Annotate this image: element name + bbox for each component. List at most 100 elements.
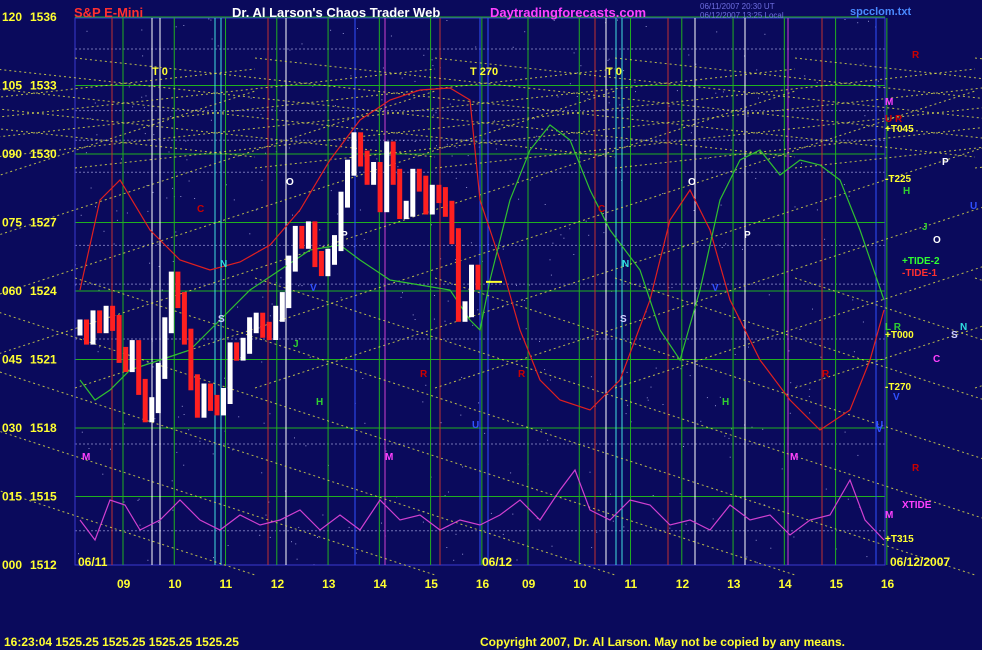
star-dot — [86, 30, 88, 32]
price-bar — [253, 312, 259, 334]
star-dot — [848, 195, 850, 197]
star-dot — [249, 233, 251, 235]
star-dot — [432, 65, 434, 67]
star-dot — [138, 498, 140, 500]
star-dot — [181, 405, 183, 407]
star-dot — [816, 82, 818, 84]
star-dot — [560, 234, 562, 236]
price-bar — [116, 315, 122, 363]
star-dot — [512, 46, 514, 48]
price-bar — [384, 141, 390, 213]
price-bar — [77, 319, 83, 336]
star-dot — [141, 29, 143, 31]
star-dot — [553, 19, 555, 21]
price-bar — [149, 397, 155, 423]
planet-mark: M — [385, 452, 393, 463]
right-label: M — [885, 510, 893, 521]
star-dot — [121, 158, 122, 160]
star-dot — [679, 493, 681, 495]
star-dot — [208, 18, 210, 20]
price-bar — [208, 383, 213, 411]
star-dot — [809, 412, 811, 414]
price-bar — [247, 317, 253, 354]
star-dot — [690, 132, 692, 134]
x-hour-label: 10 — [168, 577, 182, 591]
y-label-left: 045 — [2, 353, 22, 367]
star-dot — [484, 432, 486, 434]
star-dot — [725, 243, 727, 245]
star-dot — [269, 413, 271, 415]
star-dot — [250, 97, 252, 99]
star-dot — [719, 396, 721, 398]
star-dot — [551, 545, 553, 547]
price-bar — [442, 187, 448, 217]
star-dot — [494, 120, 496, 122]
star-dot — [756, 562, 758, 564]
price-bar — [397, 168, 403, 219]
star-dot — [319, 229, 321, 231]
star-dot — [238, 416, 240, 418]
planet-mark: S — [218, 314, 225, 325]
star-dot — [490, 512, 492, 514]
star-dot — [631, 114, 633, 116]
star-dot — [857, 22, 859, 24]
star-dot — [608, 102, 610, 104]
star-dot — [461, 376, 463, 378]
star-dot — [529, 179, 531, 181]
right-label: +T000 — [885, 330, 914, 341]
star-dot — [524, 31, 526, 33]
star-dot — [94, 102, 96, 104]
price-bar — [449, 200, 455, 245]
x-hour-label: 16 — [476, 577, 490, 591]
star-dot — [627, 404, 629, 406]
star-dot — [466, 187, 468, 188]
star-dot — [652, 495, 654, 496]
star-dot — [126, 212, 128, 214]
price-bar — [286, 255, 292, 309]
star-dot — [758, 97, 759, 99]
x-hour-label: 15 — [425, 577, 439, 591]
star-dot — [550, 274, 552, 276]
star-dot — [376, 158, 378, 160]
star-dot — [166, 197, 168, 199]
star-dot — [449, 103, 451, 105]
star-dot — [144, 133, 146, 135]
price-bar — [429, 184, 435, 215]
y-label-right: 1533 — [30, 79, 57, 93]
star-dot — [608, 58, 610, 60]
star-dot — [355, 552, 357, 554]
price-bar — [97, 310, 103, 334]
date-label-end: 06/12/2007 — [890, 555, 950, 569]
star-dot — [298, 526, 300, 528]
star-dot — [612, 520, 614, 522]
x-hour-label: 09 — [117, 577, 131, 591]
star-dot — [397, 166, 399, 168]
star-dot — [172, 509, 174, 511]
star-dot — [237, 306, 239, 308]
star-dot — [748, 346, 749, 348]
star-dot — [412, 314, 414, 316]
star-dot — [171, 480, 173, 482]
star-dot — [801, 162, 802, 164]
star-dot — [188, 429, 190, 431]
right-label: O — [933, 235, 941, 246]
star-dot — [161, 289, 163, 291]
star-dot — [539, 340, 540, 342]
star-dot — [288, 147, 290, 149]
planet-mark: O — [688, 177, 696, 188]
time-marker: T 0 — [152, 66, 168, 78]
star-dot — [168, 151, 170, 153]
x-hour-label: 09 — [522, 577, 536, 591]
star-dot — [436, 145, 437, 147]
star-dot — [292, 214, 293, 216]
star-dot — [478, 402, 480, 404]
star-dot — [178, 416, 180, 418]
star-dot — [402, 292, 403, 294]
star-dot — [233, 199, 235, 201]
price-bar — [299, 225, 305, 249]
star-dot — [258, 327, 260, 329]
star-dot — [176, 451, 178, 453]
star-dot — [433, 318, 435, 320]
chart-background — [0, 0, 982, 650]
star-dot — [731, 428, 733, 430]
